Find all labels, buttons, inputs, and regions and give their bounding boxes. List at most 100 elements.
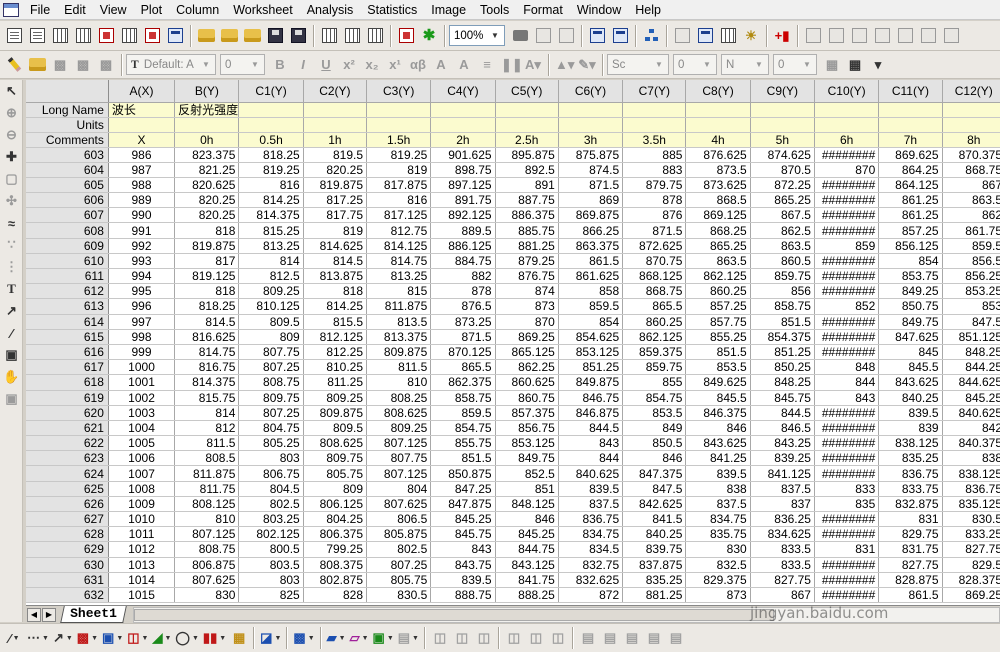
data-cell[interactable]: 844.5 [750,405,815,421]
data-cell[interactable]: 813.875 [303,268,368,285]
data-cell[interactable]: 854 [878,253,943,270]
line-tool[interactable]: ∕ [0,322,23,344]
data-cell[interactable]: ######## [814,177,880,194]
new-matrix-button[interactable] [118,25,140,47]
data-cell[interactable]: 885.75 [495,222,559,239]
data-cell[interactable]: 806.125 [303,496,368,513]
data-cell[interactable]: 818 [174,283,240,300]
data-cell[interactable]: ######## [814,344,880,361]
data-cell[interactable]: 857.375 [495,405,559,421]
data-cell[interactable]: 814.75 [366,253,432,270]
data-cell[interactable]: 814 [174,405,240,421]
data-cell[interactable]: 834.75 [685,511,751,528]
data-cell[interactable]: 835.25 [878,450,943,467]
data-cell[interactable]: 817.75 [303,207,368,224]
row-number[interactable]: 626 [26,496,109,513]
data-cell[interactable]: 872 [558,587,624,604]
data-cell[interactable]: 814.5 [174,314,240,330]
row-number[interactable]: 611 [26,268,109,285]
data-cell[interactable]: 859.75 [622,359,687,376]
row-number[interactable]: 632 [26,587,109,604]
data-cell[interactable]: ######## [814,420,880,437]
import-single-button[interactable] [318,25,340,47]
data-cell[interactable]: ######## [814,283,880,300]
meta-cell[interactable] [558,102,624,118]
data-cell[interactable]: 996 [108,298,176,315]
data-cell[interactable]: 871.5 [558,177,624,194]
column-header[interactable]: C5(Y) [495,80,559,103]
data-cell[interactable]: 812.75 [366,222,432,239]
data-cell[interactable]: 862 [942,207,1000,224]
data-cell[interactable]: 999 [108,344,176,361]
data-cell[interactable]: 853.5 [622,405,687,421]
data-cell[interactable]: 853.125 [558,344,624,361]
menu-file[interactable]: File [23,0,57,20]
data-cell[interactable]: 989 [108,192,176,209]
row-number[interactable]: 625 [26,481,109,497]
data-cell[interactable]: 892.5 [495,162,559,178]
data-cell[interactable]: 812.25 [303,344,368,361]
results-log-button[interactable] [671,25,693,47]
data-cell[interactable]: 835.25 [622,572,687,588]
data-cell[interactable]: 815.5 [303,314,368,330]
data-cell[interactable]: 844.25 [942,359,1000,376]
meta-cell[interactable] [108,117,176,133]
3d-wire-button[interactable]: ▰ ▼ [325,627,348,649]
data-selector-tool[interactable]: ✣ [0,190,23,212]
row-number[interactable]: 612 [26,283,109,300]
data-cell[interactable]: 800.5 [238,541,304,558]
meta-row-label[interactable]: Units [26,117,109,133]
meta-cell[interactable] [942,102,1000,118]
supsub-button[interactable]: x¹ [384,54,406,76]
meta-cell[interactable] [814,102,880,118]
contour-plot-button[interactable]: ▣ ▼ [371,627,396,649]
data-cell[interactable]: 886.375 [495,207,559,224]
data-cell[interactable]: 853.75 [878,268,943,285]
data-cell[interactable]: 855.25 [685,329,751,345]
data-cell[interactable]: 811.5 [174,435,240,452]
row-number[interactable]: 619 [26,390,109,406]
data-reader-tool[interactable]: ▢ [0,168,23,190]
decrease-font-button[interactable]: A [453,54,475,76]
print-button[interactable] [509,25,531,47]
data-cell[interactable]: 1010 [108,511,176,528]
menu-help[interactable]: Help [628,0,668,20]
data-cell[interactable]: 830.5 [942,511,1000,528]
data-cell[interactable]: 833.5 [750,541,815,558]
data-cell[interactable]: 986 [108,147,176,163]
layer-extract-button[interactable] [871,25,893,47]
data-cell[interactable]: 807.25 [366,557,432,573]
unmask-tool-button[interactable]: ▩ [72,54,94,76]
data-cell[interactable]: 820.625 [174,177,240,194]
data-cell[interactable]: 1004 [108,420,176,437]
data-cell[interactable]: 1002 [108,390,176,406]
menu-window[interactable]: Window [570,0,628,20]
scrollbar-thumb[interactable] [133,608,774,621]
meta-cell[interactable] [685,117,751,133]
data-cell[interactable]: 820.25 [174,192,240,209]
data-cell[interactable]: 859 [814,238,880,254]
new-excel-button[interactable] [72,25,94,47]
data-cell[interactable]: ######## [814,405,880,421]
multi-curve-button[interactable]: ▣ ▼ [100,627,125,649]
meta-cell[interactable]: 3h [558,132,624,148]
data-cell[interactable]: 850.5 [622,435,687,452]
data-cell[interactable]: 854 [558,314,624,330]
data-cell[interactable]: 854.75 [430,420,496,437]
row-number[interactable]: 621 [26,420,109,437]
fill-value-select[interactable]: 0 ▼ [773,54,817,75]
data-cell[interactable]: 807.75 [238,344,304,361]
data-cell[interactable]: 867 [942,177,1000,194]
data-cell[interactable]: 840.375 [942,435,1000,452]
data-cell[interactable]: 807.125 [174,526,240,543]
layer-align-button[interactable] [825,25,847,47]
data-cell[interactable]: 833 [814,481,880,497]
data-cell[interactable]: 814.25 [303,298,368,315]
data-cell[interactable]: 843 [558,435,624,452]
data-cell[interactable]: 862.25 [495,359,559,376]
data-cell[interactable]: 853.5 [685,359,751,376]
data-cell[interactable]: 878 [430,283,496,300]
data-cell[interactable]: 837.875 [622,557,687,573]
data-cell[interactable]: 805.75 [303,465,368,482]
data-cell[interactable]: 834.75 [558,526,624,543]
